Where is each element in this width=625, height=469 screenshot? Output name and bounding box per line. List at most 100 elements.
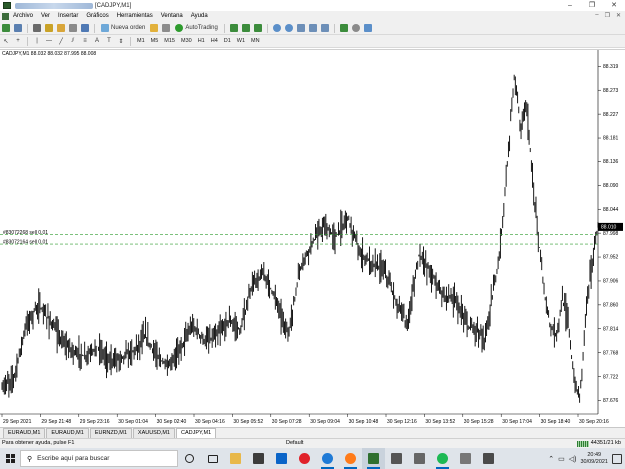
market-watch-button[interactable] (32, 23, 42, 33)
mail-button[interactable] (270, 448, 293, 469)
menu-ayuda[interactable]: Ayuda (187, 11, 212, 22)
app-button-4[interactable] (477, 448, 500, 469)
indicators-button[interactable] (339, 23, 349, 33)
edge-button[interactable] (316, 448, 339, 469)
start-button[interactable] (0, 448, 20, 469)
trendline-icon: ╱ (59, 38, 63, 45)
label-button[interactable]: T (104, 36, 114, 46)
app-button-2[interactable] (408, 448, 431, 469)
crosshair-button[interactable]: + (13, 36, 23, 46)
chart-window-icon[interactable] (2, 13, 9, 20)
zoom-in-button[interactable] (272, 23, 282, 33)
close-button[interactable]: ✕ (603, 0, 625, 11)
bar-chart-icon (229, 24, 238, 32)
tile-windows-button[interactable] (296, 23, 306, 33)
vertical-line-button[interactable]: | (32, 36, 42, 46)
timeframe-m5[interactable]: M5 (148, 38, 162, 44)
menu-herramientas[interactable]: Herramientas (113, 11, 157, 22)
metatrader-button[interactable] (362, 448, 385, 469)
profiles-button[interactable] (13, 23, 23, 33)
app-button-3[interactable] (454, 448, 477, 469)
metaeditor-button[interactable] (149, 23, 159, 33)
tab-euraud-2[interactable]: EURAUD,M1 (46, 428, 89, 438)
chart-shift-button[interactable] (308, 23, 318, 33)
chart-window[interactable]: CADJPY,M1 88.032 88.032 87.995 88.008 88… (0, 49, 625, 427)
label-icon: T (107, 38, 111, 44)
app-button-1[interactable] (385, 448, 408, 469)
network-icon[interactable]: ▭ (558, 455, 565, 463)
time-tick-label: 30 Sep 05:52 (233, 419, 263, 425)
time-tick-label: 30 Sep 12:16 (387, 419, 417, 425)
store-button[interactable] (247, 448, 270, 469)
line-chart-button[interactable] (253, 23, 263, 33)
zoom-out-button[interactable] (284, 23, 294, 33)
tab-cadjpy[interactable]: CADJPY,M1 (176, 428, 217, 438)
opera-button[interactable] (293, 448, 316, 469)
tile-windows-icon (296, 24, 305, 32)
autotrading-button[interactable]: AutoTrading (173, 23, 219, 33)
taskbar-search[interactable]: ⚲ Escribe aquí para buscar (20, 450, 178, 467)
timeframe-m15[interactable]: M15 (161, 38, 178, 44)
spotify-button[interactable] (431, 448, 454, 469)
price-chart[interactable]: 88.319 88.273 88.227 88.181 88.136 88.090 88.0… (0, 50, 625, 428)
horizontal-line-button[interactable]: — (44, 36, 54, 46)
signals-button[interactable] (161, 23, 171, 33)
navigator-button[interactable] (56, 23, 66, 33)
tester-icon (81, 24, 89, 32)
text-button[interactable]: A (92, 36, 102, 46)
time-tick-label: 30 Sep 04:16 (195, 419, 225, 425)
autotrading-icon (175, 24, 184, 32)
timeframe-m30[interactable]: M30 (178, 38, 195, 44)
channel-icon: ⫽ (71, 37, 75, 44)
periods-button[interactable] (351, 23, 361, 33)
fibonacci-button[interactable]: ≡ (80, 36, 90, 46)
tester-button[interactable] (80, 23, 90, 33)
new-order-button[interactable]: Nueva orden (99, 23, 147, 33)
file-explorer-button[interactable] (224, 448, 247, 469)
time-tick-label: 30 Sep 13:52 (425, 419, 455, 425)
menu-graficos[interactable]: Gráficos (82, 11, 112, 22)
tab-euraud-1[interactable]: EURAUD,M1 (3, 428, 46, 438)
candlestick-icon (241, 24, 250, 32)
chart-minimize-button[interactable]: – (595, 12, 598, 19)
chart-restore-button[interactable]: ❐ (605, 12, 610, 19)
menu-ver[interactable]: Ver (37, 11, 54, 22)
task-view-button[interactable] (201, 448, 224, 469)
candlestick-button[interactable] (241, 23, 251, 33)
maximize-button[interactable]: ❐ (581, 0, 603, 11)
chart-close-button[interactable]: ✕ (616, 12, 621, 19)
chevron-up-icon[interactable]: ⌃ (548, 455, 554, 463)
arrows-button[interactable]: ⇕ (116, 36, 126, 46)
templates-button[interactable] (363, 23, 373, 33)
autoscroll-button[interactable] (320, 23, 330, 33)
bar-chart-button[interactable] (229, 23, 239, 33)
menu-insertar[interactable]: Insertar (54, 11, 82, 22)
timeframe-w1[interactable]: W1 (234, 38, 248, 44)
system-clock[interactable]: 20:49 30/09/2021 (580, 452, 608, 466)
volume-icon[interactable]: ◁) (569, 455, 577, 463)
menu-archivo[interactable]: Archivo (9, 11, 37, 22)
timeframe-m1[interactable]: M1 (134, 38, 148, 44)
task-view-icon (207, 454, 218, 463)
channel-button[interactable]: ⫽ (68, 36, 78, 46)
cortana-button[interactable] (178, 448, 201, 469)
terminal-button[interactable] (68, 23, 78, 33)
metaeditor-icon (150, 24, 159, 32)
new-chart-button[interactable] (1, 23, 11, 33)
data-window-button[interactable] (44, 23, 54, 33)
trendline-button[interactable]: ╱ (56, 36, 66, 46)
metatrader-logo-icon (3, 2, 11, 9)
tab-xauusd[interactable]: XAUUSD,M1 (132, 428, 175, 438)
timeframe-h4[interactable]: H4 (208, 38, 221, 44)
menu-ventana[interactable]: Ventana (157, 11, 187, 22)
notifications-icon[interactable] (612, 453, 622, 464)
timeframe-h1[interactable]: H1 (195, 38, 208, 44)
time-tick-label: 30 Sep 20:16 (579, 419, 609, 425)
clock-time: 20:49 (587, 451, 602, 458)
timeframe-mn[interactable]: MN (248, 38, 263, 44)
minimize-button[interactable]: – (559, 0, 581, 11)
timeframe-d1[interactable]: D1 (221, 38, 234, 44)
tab-eurnzd[interactable]: EURNZD,M1 (89, 428, 132, 438)
firefox-button[interactable] (339, 448, 362, 469)
cursor-button[interactable]: ↖ (1, 36, 11, 46)
